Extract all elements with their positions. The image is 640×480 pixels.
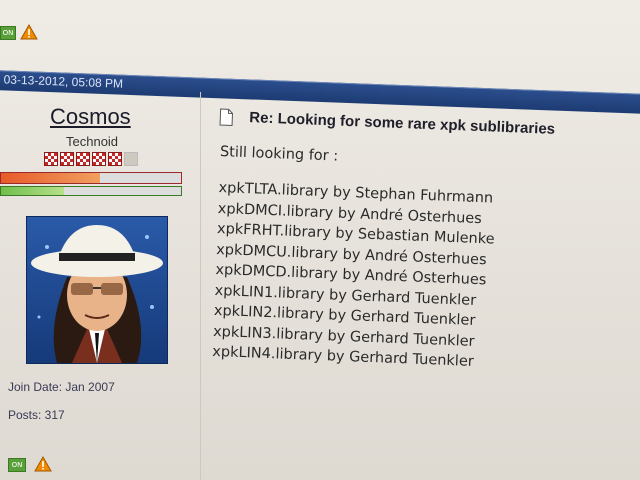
user-info-panel: Cosmos Technoid Join Date: Jan 2007 Post…	[0, 92, 200, 480]
reputation-square	[76, 152, 90, 166]
online-status-icon: ON	[0, 26, 16, 40]
post-document-icon	[219, 108, 233, 126]
report-warning-icon[interactable]	[34, 456, 52, 472]
activity-bar-fill	[1, 173, 100, 183]
reputation-square	[44, 152, 58, 166]
post-date: 03-13-2012, 05:08 PM	[3, 72, 124, 91]
reputation-square	[108, 152, 122, 166]
post-intro: Still looking for :	[219, 144, 339, 165]
secondary-bar-fill	[1, 187, 64, 195]
screen: ON 03-13-2012, 05:08 PM Cosmos Technoid	[0, 0, 640, 480]
join-date: Join Date: Jan 2007	[8, 380, 115, 394]
reputation-indicator	[44, 152, 154, 166]
avatar-image	[31, 225, 163, 363]
username-link[interactable]: Cosmos	[50, 104, 131, 130]
post-count: Posts: 317	[8, 408, 65, 422]
post-title: Re: Looking for some rare xpk sublibrari…	[249, 109, 556, 138]
column-divider	[200, 92, 201, 480]
post-footer-icons: ON	[8, 456, 68, 474]
avatar	[26, 216, 168, 364]
reputation-square	[60, 152, 74, 166]
reputation-square	[124, 152, 138, 166]
user-title: Technoid	[66, 134, 119, 149]
post-content: Re: Looking for some rare xpk sublibrari…	[208, 100, 639, 416]
reputation-square	[92, 152, 106, 166]
secondary-bar	[0, 186, 182, 196]
activity-bar	[0, 172, 182, 184]
online-status-icon: ON	[8, 458, 26, 472]
report-warning-icon[interactable]	[20, 24, 38, 40]
